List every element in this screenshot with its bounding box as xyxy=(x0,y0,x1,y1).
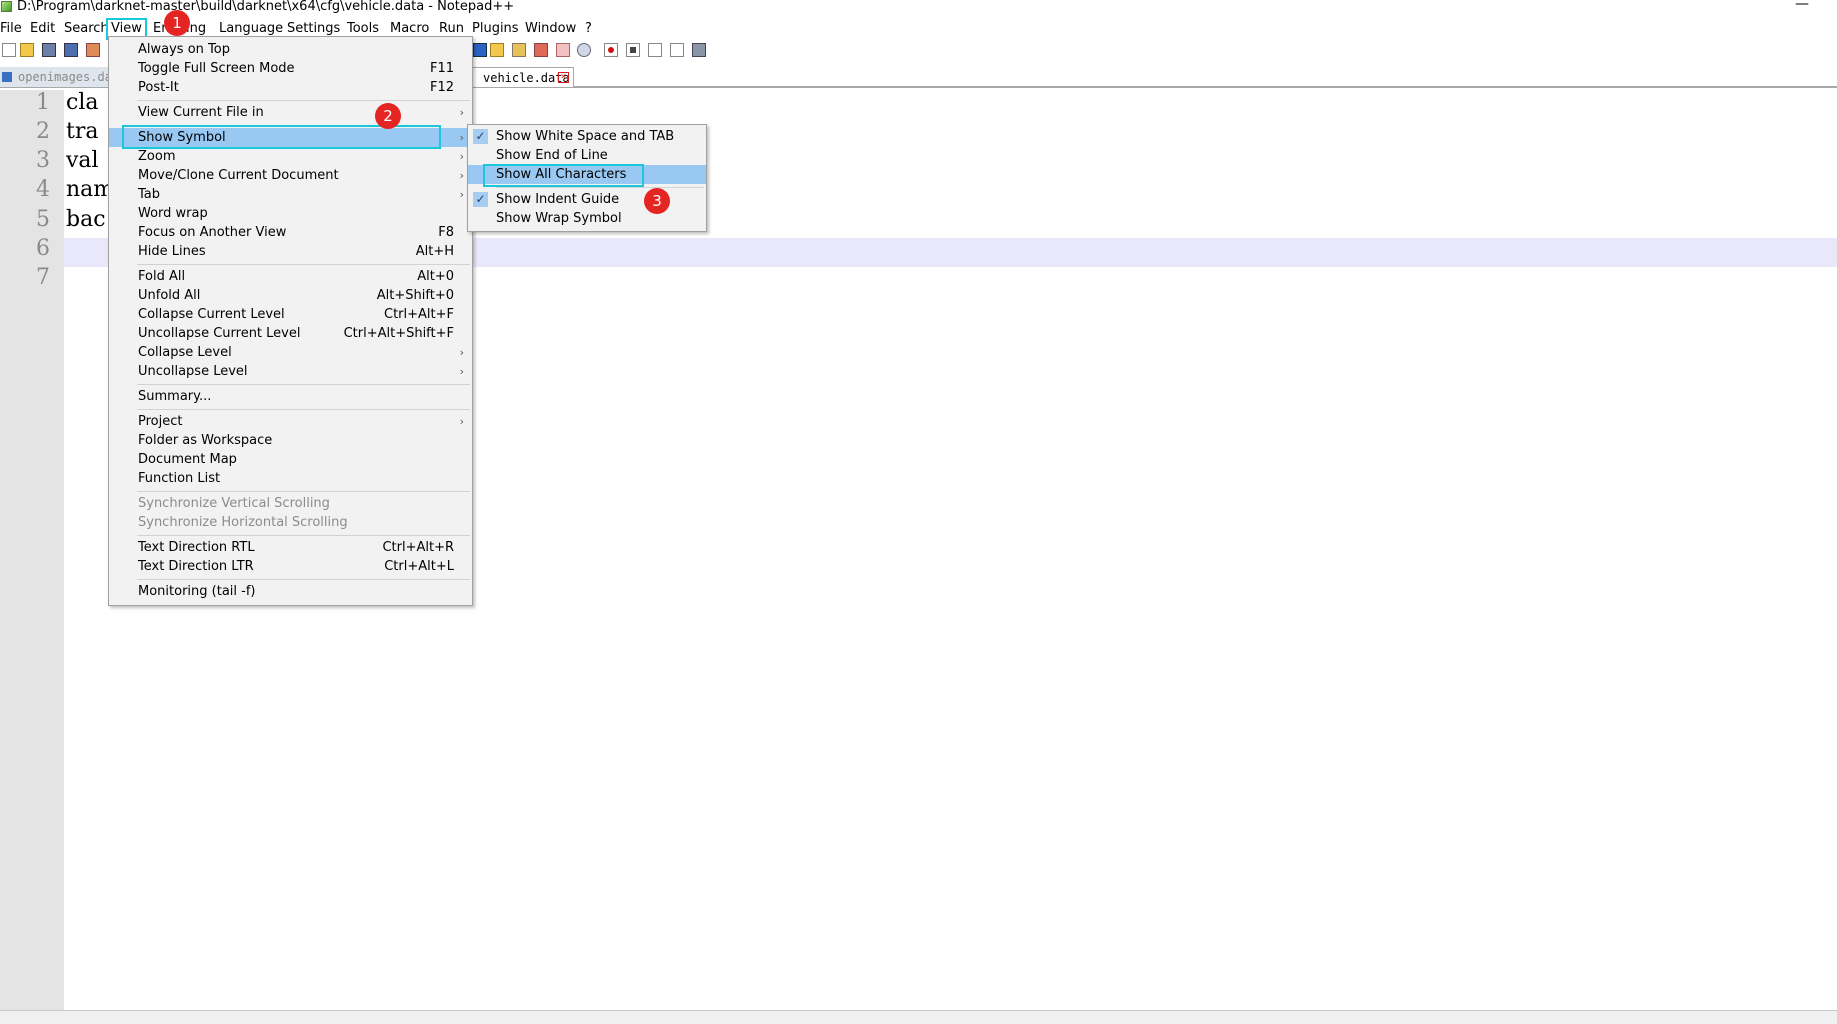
eye-icon[interactable] xyxy=(577,43,591,57)
menu-item-word-wrap[interactable]: Word wrap xyxy=(109,204,472,223)
line-number: 1 xyxy=(36,90,50,115)
tab-label: openimages.data xyxy=(18,70,108,84)
menu-separator xyxy=(137,535,470,536)
menu-window[interactable]: Window xyxy=(525,21,576,36)
menu-item-show-wrap-symbol[interactable]: Show Wrap Symbol xyxy=(468,209,706,228)
menu-tools[interactable]: Tools xyxy=(347,21,379,36)
menu-separator xyxy=(137,100,470,101)
menu-settings[interactable]: Settings xyxy=(287,21,340,36)
status-bar xyxy=(0,1010,1837,1024)
step-badge-1: 1 xyxy=(164,10,190,36)
menu-item-show-symbol[interactable]: Show Symbol › xyxy=(109,128,472,147)
document-map-icon[interactable] xyxy=(490,43,504,57)
menu-item-document-map[interactable]: Document Map xyxy=(109,450,472,469)
line-number: 5 xyxy=(36,207,50,232)
menu-item-summary[interactable]: Summary... xyxy=(109,387,472,406)
menu-item-focus-another-view[interactable]: Focus on Another View F8 xyxy=(109,223,472,242)
code-line: bac xyxy=(66,207,106,232)
menu-item-always-on-top[interactable]: Always on Top xyxy=(109,40,472,59)
minimize-button[interactable]: — xyxy=(1795,0,1809,12)
tab-vehicle-data[interactable]: vehicle.data × xyxy=(466,67,574,87)
menu-separator xyxy=(137,409,470,410)
menu-item-zoom[interactable]: Zoom › xyxy=(109,147,472,166)
menu-plugins[interactable]: Plugins xyxy=(472,21,519,36)
save-all-icon[interactable] xyxy=(64,43,78,57)
checkmark-icon: ✓ xyxy=(473,129,488,144)
menu-item-sync-vertical-scrolling: Synchronize Vertical Scrolling xyxy=(138,496,330,511)
close-tab-icon[interactable]: × xyxy=(558,72,569,83)
step-badge-3: 3 xyxy=(644,188,670,214)
open-folder-icon[interactable] xyxy=(20,43,34,57)
menu-item-text-direction-ltr[interactable]: Text Direction LTR Ctrl+Alt+L xyxy=(109,557,472,576)
show-symbol-submenu: ✓ Show White Space and TAB Show End of L… xyxy=(467,124,707,232)
play-macro-icon[interactable] xyxy=(648,43,662,57)
monitoring-icon[interactable] xyxy=(556,43,570,57)
menu-item-toggle-full-screen[interactable]: Toggle Full Screen Mode F11 xyxy=(109,59,472,78)
document-icon xyxy=(2,72,12,82)
menu-item-fold-all[interactable]: Fold All Alt+0 xyxy=(109,267,472,286)
line-number: 6 xyxy=(36,236,50,261)
menu-item-show-white-space[interactable]: ✓ Show White Space and TAB xyxy=(468,127,706,146)
menu-run[interactable]: Run xyxy=(439,21,464,36)
code-line: nam xyxy=(66,177,115,202)
indent-guide-icon[interactable] xyxy=(473,43,487,57)
notepad-app-icon xyxy=(1,1,12,12)
menu-item-collapse-level[interactable]: Collapse Level › xyxy=(109,343,472,362)
line-number: 2 xyxy=(36,119,50,144)
menu-item-move-clone[interactable]: Move/Clone Current Document › xyxy=(109,166,472,185)
menu-item-function-list[interactable]: Function List xyxy=(109,469,472,488)
stop-macro-icon[interactable] xyxy=(626,43,640,57)
folder-workspace-icon[interactable] xyxy=(534,43,548,57)
menu-item-view-current-file-in[interactable]: View Current File in › xyxy=(109,103,472,122)
record-macro-icon[interactable] xyxy=(604,43,618,57)
tab-openimages[interactable]: openimages.data xyxy=(0,67,108,87)
line-number: 3 xyxy=(36,148,50,173)
window-title: D:\Program\darknet-master\build\darknet\… xyxy=(17,0,515,14)
menu-item-monitoring[interactable]: Monitoring (tail -f) xyxy=(109,582,472,601)
view-menu: Always on Top Toggle Full Screen Mode F11… xyxy=(108,36,473,606)
menu-item-show-end-of-line[interactable]: Show End of Line xyxy=(468,146,706,165)
menu-item-show-indent-guide[interactable]: ✓ Show Indent Guide xyxy=(468,190,706,209)
menu-help[interactable]: ? xyxy=(585,21,592,36)
save-icon[interactable] xyxy=(42,43,56,57)
title-bar: D:\Program\darknet-master\build\darknet\… xyxy=(0,0,1837,14)
function-list-icon[interactable] xyxy=(512,43,526,57)
menu-separator xyxy=(137,384,470,385)
menu-separator xyxy=(137,264,470,265)
menu-separator xyxy=(137,491,470,492)
menu-item-show-all-characters[interactable]: Show All Characters xyxy=(468,165,706,184)
menu-macro[interactable]: Macro xyxy=(390,21,429,36)
menu-item-uncollapse-current-level[interactable]: Uncollapse Current Level Ctrl+Alt+Shift+F xyxy=(109,324,472,343)
menu-edit[interactable]: Edit xyxy=(30,21,55,36)
menu-item-uncollapse-level[interactable]: Uncollapse Level › xyxy=(109,362,472,381)
menu-file[interactable]: File xyxy=(0,21,22,36)
menu-item-text-direction-rtl[interactable]: Text Direction RTL Ctrl+Alt+R xyxy=(109,538,472,557)
menu-separator xyxy=(137,579,470,580)
menu-item-project[interactable]: Project › xyxy=(109,412,472,431)
code-line: tra xyxy=(66,119,99,144)
menu-separator xyxy=(496,187,704,188)
menu-language[interactable]: Language xyxy=(219,21,283,36)
new-file-icon[interactable] xyxy=(2,43,16,57)
tab-label: vehicle.data xyxy=(483,71,570,85)
menu-item-tab[interactable]: Tab › xyxy=(109,185,472,204)
menu-item-post-it[interactable]: Post-It F12 xyxy=(109,78,472,97)
checkmark-icon: ✓ xyxy=(473,192,488,207)
save-macro-icon[interactable] xyxy=(692,43,706,57)
menu-item-unfold-all[interactable]: Unfold All Alt+Shift+0 xyxy=(109,286,472,305)
code-line: cla xyxy=(66,90,99,115)
line-number: 7 xyxy=(36,265,50,290)
menu-item-collapse-current-level[interactable]: Collapse Current Level Ctrl+Alt+F xyxy=(109,305,472,324)
line-number-gutter: 1 2 3 4 5 6 7 xyxy=(0,90,64,1010)
code-line: val xyxy=(66,148,99,173)
close-file-icon[interactable] xyxy=(86,43,100,57)
menu-item-sync-horizontal-scrolling: Synchronize Horizontal Scrolling xyxy=(138,515,348,530)
menu-item-folder-as-workspace[interactable]: Folder as Workspace xyxy=(109,431,472,450)
menu-search[interactable]: Search xyxy=(64,21,109,36)
step-badge-2: 2 xyxy=(375,103,401,129)
menu-item-hide-lines[interactable]: Hide Lines Alt+H xyxy=(109,242,472,261)
line-number: 4 xyxy=(36,177,50,202)
run-macro-multiple-icon[interactable] xyxy=(670,43,684,57)
